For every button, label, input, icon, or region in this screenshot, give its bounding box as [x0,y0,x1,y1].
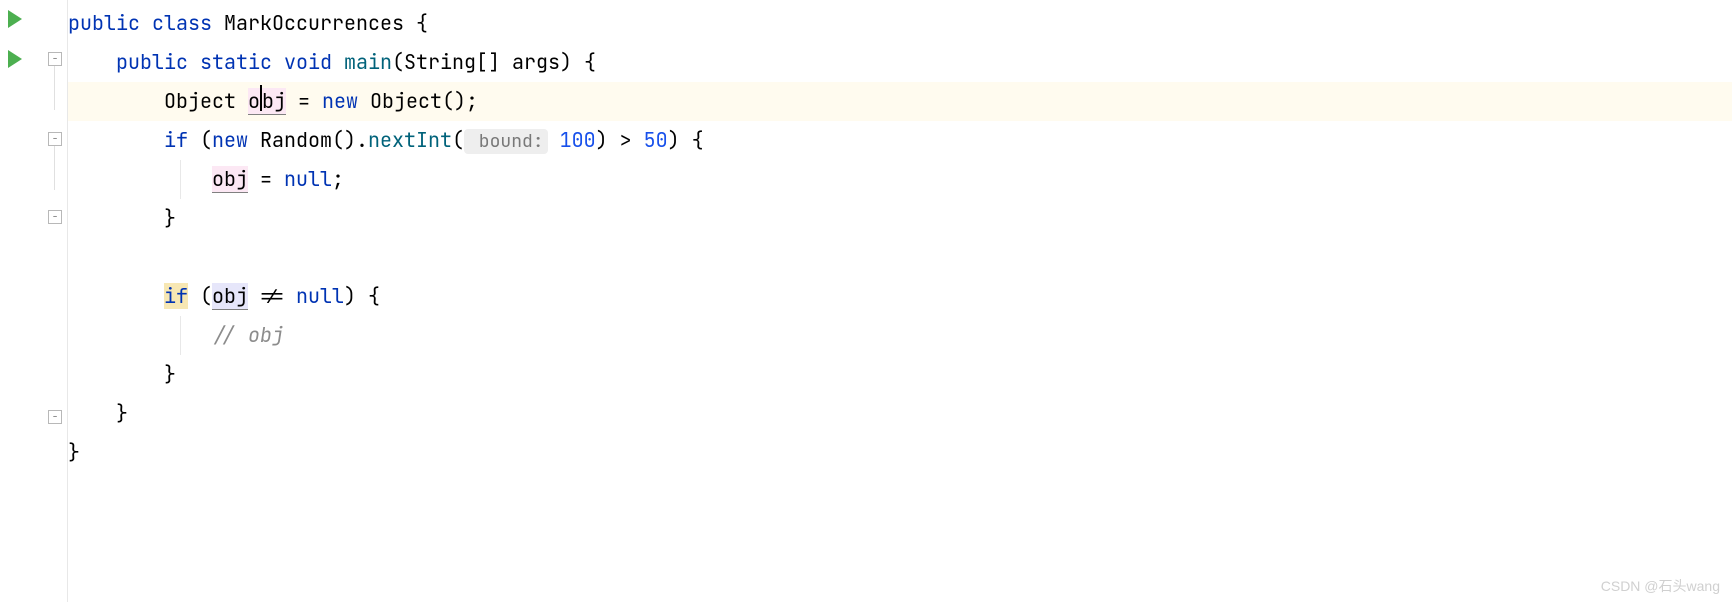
code-line[interactable]: } [68,433,1732,472]
keyword: new [322,88,358,114]
keyword: null [284,166,332,192]
code-line[interactable] [68,238,1732,277]
code-line[interactable]: } [68,394,1732,433]
keyword: public [68,10,140,36]
run-icon[interactable] [8,50,22,68]
fold-column [44,0,68,602]
parameter-hint: bound: [464,129,548,154]
ctor: Object(); [358,88,478,114]
code-editor[interactable]: public class MarkOccurrences { public st… [0,0,1732,602]
brace: } [116,400,128,426]
code-line[interactable]: public static void main(String[] args) { [68,43,1732,82]
code-line-current[interactable]: Object obj = new Object(); [68,82,1732,121]
code-line[interactable]: public class MarkOccurrences { [68,4,1732,43]
number-literal: 100 [548,127,596,153]
fold-toggle-icon[interactable] [48,132,62,146]
fold-toggle-icon[interactable] [48,410,62,424]
code-line[interactable]: if (new Random().nextInt( bound: 100) > … [68,121,1732,160]
brace: } [68,439,80,465]
type: Object [164,88,236,114]
keyword: class [152,10,212,36]
highlighted-keyword: if [164,283,188,309]
fold-toggle-icon[interactable] [48,210,62,224]
code-line[interactable]: // obj [68,316,1732,355]
params: (String[] args) { [392,49,596,75]
method-name: main [344,49,392,75]
code-area[interactable]: public class MarkOccurrences { public st… [68,0,1732,602]
brace: } [164,205,176,231]
brace: } [164,361,176,387]
number-literal: 50 [644,127,668,153]
code-line[interactable]: if (obj != null) { [68,277,1732,316]
keyword: public [116,49,188,75]
method-call: nextInt [368,127,452,153]
keyword: new [212,127,248,153]
run-icon[interactable] [8,10,22,28]
keyword: static [200,49,272,75]
op: = [286,88,322,114]
comment: // obj [212,322,284,348]
keyword: void [284,49,332,75]
variable-write-occurrence: obj [248,88,286,115]
code-line[interactable]: } [68,199,1732,238]
fold-toggle-icon[interactable] [48,52,62,66]
keyword: if [164,127,188,153]
code-line[interactable]: } [68,355,1732,394]
code-line[interactable]: obj = null; [68,160,1732,199]
variable-read-occurrence: obj [212,283,248,310]
keyword: null [296,283,344,309]
class-name: MarkOccurrences [224,10,404,36]
variable-write-occurrence: obj [212,166,248,193]
watermark: CSDN @石头wang [1601,576,1720,596]
brace: { [404,10,428,36]
gutter [0,0,44,602]
